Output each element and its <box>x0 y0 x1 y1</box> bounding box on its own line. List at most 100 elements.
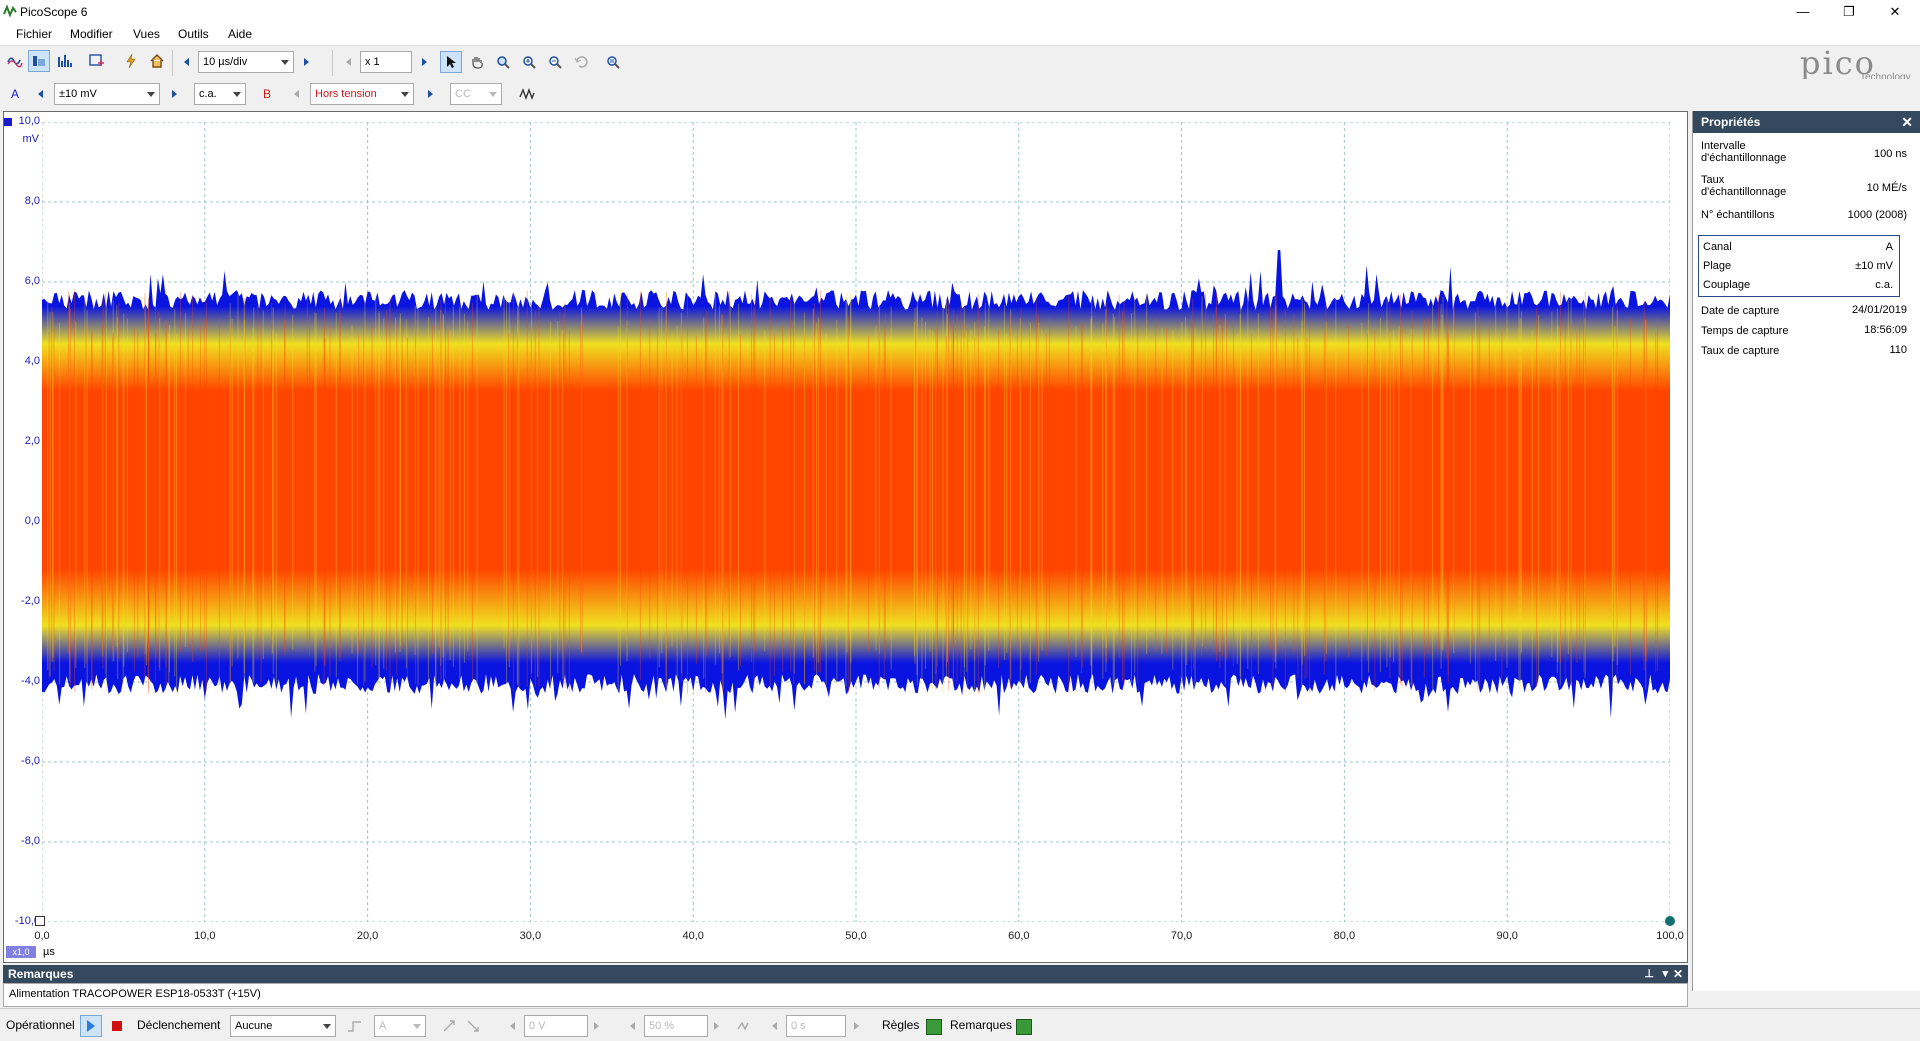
y-tick-label: -2,0 <box>21 595 40 607</box>
minimize-button[interactable]: — <box>1780 0 1826 23</box>
properties-header: Propriétés ✕ <box>1693 111 1920 133</box>
menu-modifier[interactable]: Modifier <box>70 26 113 42</box>
add-view-icon[interactable] <box>86 50 108 72</box>
delay-field[interactable]: 0 s <box>786 1015 846 1037</box>
signal-generator-icon[interactable] <box>120 50 142 72</box>
prop-value-couplage: c.a. <box>1875 279 1893 291</box>
x-tick-label: 0,0 <box>34 930 50 942</box>
prop-label-canal: Canal <box>1703 241 1732 253</box>
x-tick-label: 100,0 <box>1656 930 1684 942</box>
prop-value-interval: 100 ns <box>1873 148 1907 160</box>
zoom-area-icon[interactable] <box>492 51 514 73</box>
threshold-increase[interactable] <box>588 1015 604 1037</box>
delay-increase[interactable] <box>848 1015 864 1037</box>
y-tick-label: 4,0 <box>24 355 40 367</box>
spectrum-mode-icon[interactable] <box>54 50 76 72</box>
x-tick-label: 30,0 <box>519 930 542 942</box>
delay-decrease[interactable] <box>766 1015 782 1037</box>
properties-close-icon[interactable]: ✕ <box>1901 111 1913 133</box>
channel-a-range-select[interactable]: ±10 mV <box>54 83 160 105</box>
window-title: PicoScope 6 <box>20 5 88 19</box>
hand-pan-icon[interactable] <box>466 51 488 73</box>
zoom-increase-button[interactable] <box>416 51 432 73</box>
pico-logo: pico Technology <box>1800 44 1911 83</box>
falling-edge-icon[interactable] <box>462 1015 484 1037</box>
trigger-channel-select[interactable]: A <box>374 1015 426 1037</box>
pretrigger-decrease[interactable] <box>624 1015 640 1037</box>
channel-toolbar: A ±10 mV c.a. B Hors tension CC <box>0 79 1920 110</box>
trigger-marker-handle[interactable] <box>1665 916 1675 926</box>
menu-outils[interactable]: Outils <box>178 26 209 42</box>
math-channels-icon[interactable] <box>516 83 538 105</box>
x-tick-label: 70,0 <box>1170 930 1193 942</box>
remarks-header: Remarques ⊥ ▾ ✕ <box>3 965 1688 983</box>
threshold-decrease[interactable] <box>504 1015 520 1037</box>
zoom-decrease-button[interactable] <box>340 51 356 73</box>
x-tick-label: 80,0 <box>1333 930 1356 942</box>
channel-a-options-button[interactable]: A <box>4 83 26 105</box>
prop-label-couplage: Couplage <box>1703 279 1751 291</box>
threshold-field[interactable]: 0 V <box>524 1015 588 1037</box>
channel-b-range-select[interactable]: Hors tension <box>310 83 414 105</box>
x-tick-label: 20,0 <box>356 930 379 942</box>
close-window-button[interactable]: ✕ <box>1872 0 1918 23</box>
zoom-in-icon[interactable] <box>518 51 540 73</box>
x-tick-label: 90,0 <box>1496 930 1518 942</box>
dock-icon[interactable]: ▾ <box>1662 965 1668 983</box>
menu-fichier[interactable]: Fichier <box>16 26 52 42</box>
restore-button[interactable]: ❐ <box>1826 0 1872 23</box>
rules-add-icon[interactable] <box>926 1019 942 1035</box>
waveform-plot[interactable] <box>42 122 1670 922</box>
rules-label: Règles <box>882 1018 920 1032</box>
zoom-out-icon[interactable] <box>544 51 566 73</box>
timebase-increase-button[interactable] <box>298 51 314 73</box>
x-scale-badge[interactable]: x1,0 <box>6 946 36 958</box>
select-pointer-icon[interactable] <box>440 51 462 73</box>
notes-label: Remarques <box>950 1018 1013 1032</box>
menu-vues[interactable]: Vues <box>133 26 160 42</box>
channel-a-coupling-select[interactable]: c.a. <box>194 83 246 105</box>
remarks-close-icon[interactable]: ✕ <box>1673 965 1683 983</box>
y-tick-label: -8,0 <box>21 835 40 847</box>
undo-zoom-icon[interactable] <box>570 51 592 73</box>
channel-a-range-increase[interactable] <box>166 83 182 105</box>
y-tick-label: 10,0 <box>18 115 40 127</box>
zoom-overview-icon[interactable] <box>602 51 624 73</box>
prop-label-capture-rate: Taux de capture <box>1701 345 1780 357</box>
pretrigger-field[interactable]: 50 % <box>644 1015 708 1037</box>
menu-aide[interactable]: Aide <box>228 26 252 42</box>
y-axis-unit: mV <box>22 133 40 145</box>
prop-value-canal: A <box>1885 241 1893 253</box>
channel-b-options-button[interactable]: B <box>256 83 278 105</box>
rising-edge-icon[interactable] <box>438 1015 460 1037</box>
remarks-text-area[interactable]: Alimentation TRACOPOWER ESP18-0533T (+15… <box>3 983 1688 1007</box>
status-bar: Opérationnel Déclenchement Aucune A 0 V … <box>0 1008 1920 1041</box>
notes-add-icon[interactable] <box>1016 1019 1032 1035</box>
timebase-select[interactable]: 10 µs/div <box>198 51 294 73</box>
persistence-mode-icon[interactable] <box>28 50 50 72</box>
x-axis-unit: µs <box>43 946 55 958</box>
x-tick-label: 40,0 <box>682 930 704 942</box>
x-tick-label: 60,0 <box>1008 930 1030 942</box>
home-icon[interactable] <box>146 50 168 72</box>
channel-b-range-decrease[interactable] <box>288 83 304 105</box>
prop-value-capture-rate: 110 <box>1889 344 1907 356</box>
channel-b-coupling-select[interactable]: CC <box>450 83 502 105</box>
pin-icon[interactable]: ⊥ <box>1644 965 1654 983</box>
scope-mode-icon[interactable] <box>4 50 26 72</box>
title-bar: PicoScope 6 — ❐ ✕ <box>0 0 1920 23</box>
zoom-origin-handle[interactable] <box>35 916 45 926</box>
channel-b-range-increase[interactable] <box>422 83 438 105</box>
timebase-decrease-button[interactable] <box>178 51 194 73</box>
stop-button[interactable] <box>106 1015 128 1037</box>
trigger-mode-select[interactable]: Aucune <box>230 1015 336 1037</box>
advanced-trigger-icon[interactable] <box>344 1015 366 1037</box>
channel-a-range-decrease[interactable] <box>32 83 48 105</box>
post-trigger-icon[interactable] <box>734 1015 756 1037</box>
y-tick-label: -4,0 <box>21 675 40 687</box>
pretrigger-increase[interactable] <box>708 1015 724 1037</box>
main-toolbar: 10 µs/div x 1 pico Technology <box>0 44 1920 83</box>
waveform-persistence-band <box>42 250 1670 720</box>
run-button[interactable] <box>80 1015 102 1037</box>
zoom-factor-field[interactable]: x 1 <box>360 51 412 73</box>
